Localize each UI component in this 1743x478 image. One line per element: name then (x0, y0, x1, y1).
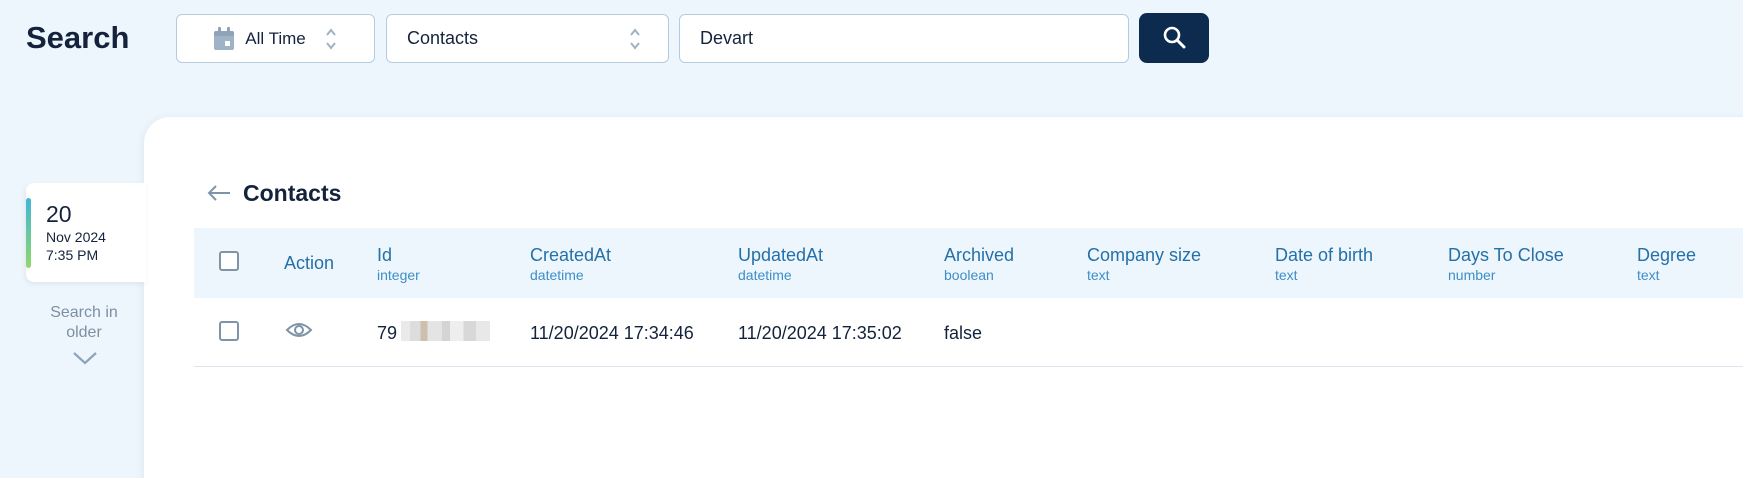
column-name: Date of birth (1275, 245, 1374, 265)
column-header-id[interactable]: Id integer (377, 245, 420, 283)
search-older-link[interactable]: Search in older (36, 303, 132, 343)
column-name: Degree (1637, 245, 1697, 265)
search-button[interactable] (1139, 13, 1209, 63)
column-header-company-size[interactable]: Company size text (1087, 245, 1201, 283)
entity-select[interactable]: Contacts (386, 14, 669, 63)
column-name: CreatedAt (530, 245, 612, 265)
time-range-value: All Time (245, 28, 306, 48)
back-arrow-icon[interactable] (206, 184, 232, 207)
date-month: Nov 2024 (46, 229, 106, 245)
time-range-select[interactable]: All Time (176, 14, 375, 63)
row-checkbox[interactable] (219, 321, 239, 341)
column-name: Action (284, 253, 335, 273)
column-name: Id (377, 245, 393, 265)
column-header-date-of-birth[interactable]: Date of birth text (1275, 245, 1373, 283)
eye-icon[interactable] (285, 320, 313, 345)
cell-archived: false (944, 323, 983, 343)
cell-createdat: 11/20/2024 17:34:46 (530, 323, 694, 343)
date-day: 20 (46, 201, 72, 227)
column-type: text (1087, 267, 1110, 283)
column-name: Days To Close (1448, 245, 1564, 265)
redacted-id-blur (401, 321, 490, 341)
updown-icon (628, 26, 642, 52)
search-icon (1162, 25, 1186, 52)
column-name: Company size (1087, 245, 1202, 265)
column-header-archived[interactable]: Archived boolean (944, 245, 1014, 283)
entity-value: Contacts (407, 28, 479, 48)
column-name: UpdatedAt (738, 245, 824, 265)
column-type: number (1448, 267, 1496, 283)
column-header-degree[interactable]: Degree text (1637, 245, 1696, 283)
updown-icon (324, 26, 338, 52)
section-title: Contacts (243, 180, 342, 206)
select-all-checkbox[interactable] (219, 251, 239, 271)
column-type: boolean (944, 267, 994, 283)
search-input[interactable] (679, 14, 1129, 63)
date-indicator-bar (26, 198, 31, 268)
chevron-down-icon[interactable] (72, 350, 98, 371)
date-time: 7:35 PM (46, 247, 99, 263)
column-header-action[interactable]: Action (284, 253, 334, 274)
column-type: text (1637, 267, 1660, 283)
column-header-createdat[interactable]: CreatedAt datetime (530, 245, 611, 283)
column-header-days-to-close[interactable]: Days To Close number (1448, 245, 1564, 283)
calendar-icon (213, 26, 235, 51)
cell-id: 79 (377, 323, 398, 343)
column-type: datetime (530, 267, 584, 283)
column-type: integer (377, 267, 420, 283)
column-type: text (1275, 267, 1298, 283)
column-header-updatedat[interactable]: UpdatedAt datetime (738, 245, 823, 283)
cell-updatedat: 11/20/2024 17:35:02 (738, 323, 902, 343)
column-name: Archived (944, 245, 1015, 265)
column-type: datetime (738, 267, 792, 283)
page-title: Search (26, 20, 130, 55)
date-nav-card[interactable]: 20 Nov 2024 7:35 PM (26, 183, 146, 282)
